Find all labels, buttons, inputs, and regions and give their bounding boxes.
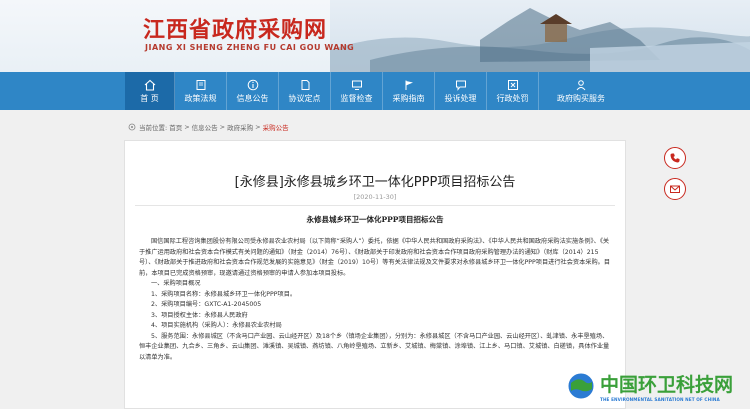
site-logo-pinyin: JIANG XI SHENG ZHENG FU CAI GOU WANG [145, 43, 355, 52]
list-item: 1、采购项目名称：永修县城乡环卫一体化PPP项目。 [151, 290, 297, 298]
nav-item-label: 政策法规 [184, 93, 217, 103]
globe-logo-icon [567, 372, 595, 399]
nav-item-home[interactable]: 首 页 [125, 72, 175, 110]
email-button[interactable] [664, 178, 686, 200]
site-logo[interactable]: 江西省政府采购网 [143, 12, 327, 44]
complaint-icon [455, 80, 466, 91]
nav-item-complaints[interactable]: 投诉处理 [435, 72, 487, 110]
book-icon [196, 79, 205, 90]
phone-button[interactable] [664, 147, 686, 169]
breadcrumb-separator: > [255, 123, 261, 131]
breadcrumb-prefix: 当前位置: [139, 124, 168, 132]
watermark: 中国环卫科技网 THE ENVIRONMENTAL SANITATION NET… [566, 362, 750, 409]
article-intro: 国信国际工程咨询集团股份有限公司受永修县农业农村局（以下简称“采购人”）委托，依… [139, 238, 611, 277]
nav-bar-left-fill [0, 72, 125, 110]
flag-icon [405, 80, 413, 90]
list-item: 5、服务范围：永修县城区（不含马口产业园、云山经开区）及18个乡（镇场企业集团）… [139, 332, 610, 361]
article-body: 国信国际工程咨询集团股份有限公司受永修县农业农村局（以下简称“采购人”）委托，依… [139, 237, 613, 363]
article-panel: [永修县]永修县城乡环卫一体化PPP项目招标公告 [2020-11-30] 永修… [124, 140, 626, 409]
list-item: 2、采购项目编号：GXTC-A1-2045005 [151, 301, 262, 308]
nav-item-supervision[interactable]: 监督检查 [331, 72, 383, 110]
breadcrumb-item-gov-purchase[interactable]: 政府采购 [227, 122, 253, 132]
home-icon [144, 79, 155, 91]
nav-item-notices[interactable]: 信息公告 [227, 72, 279, 110]
nav-bar-right-fill [625, 72, 750, 110]
landscape-banner [330, 0, 750, 72]
document-icon [301, 79, 309, 90]
breadcrumb-item-home[interactable]: 首页 [169, 122, 182, 132]
nav-item-label: 协议定点 [288, 93, 321, 103]
nav-item-label: 监督检查 [340, 93, 373, 103]
mail-icon [670, 185, 680, 193]
breadcrumb-current[interactable]: 采购公告 [263, 122, 289, 132]
breadcrumb: 当前位置: 首页 > 信息公告 > 政府采购 > 采购公告 [128, 122, 291, 132]
phone-icon [670, 153, 680, 163]
nav-item-label: 行政处罚 [496, 93, 529, 103]
location-icon [128, 123, 136, 131]
nav-item-label: 政府购买服务 [557, 93, 605, 103]
nav-item-agreement[interactable]: 协议定点 [279, 72, 331, 110]
article-subtitle: 永修县城乡环卫一体化PPP项目招标公告 [306, 215, 444, 224]
list-item: 4、项目实施机构（采购人）：永修县农业农村局 [151, 322, 282, 329]
nav-item-label: 采购指南 [392, 93, 425, 103]
nav-item-label: 信息公告 [236, 93, 269, 103]
watermark-cn: 中国环卫科技网 [600, 373, 734, 396]
nav-item-guide[interactable]: 采购指南 [383, 72, 435, 110]
watermark-en: THE ENVIRONMENTAL SANITATION NET OF CHIN… [600, 396, 720, 402]
divider [135, 205, 615, 206]
main-nav: 首 页 政策法规 信息公告 协议定点 监督检查 采购指南 投诉处理 行政处罚 政… [125, 72, 625, 110]
section-heading: 一、采购项目概况 [151, 280, 201, 287]
nav-item-label: 首 页 [140, 93, 159, 103]
list-item: 3、项目授权主体：永修县人民政府 [151, 311, 248, 319]
nav-item-policy[interactable]: 政策法规 [175, 72, 227, 110]
nav-item-purchase-services[interactable]: 政府购买服务 [539, 72, 623, 110]
nav-item-label: 投诉处理 [444, 93, 477, 103]
breadcrumb-separator: > [184, 123, 190, 131]
breadcrumb-separator: > [219, 123, 226, 131]
breadcrumb-item-notices[interactable]: 信息公告 [192, 122, 218, 132]
nav-item-penalties[interactable]: 行政处罚 [487, 72, 539, 110]
article-date: [2020-11-30] [353, 193, 397, 201]
service-icon [576, 79, 586, 90]
monitor-icon [351, 80, 362, 90]
info-icon [247, 79, 258, 90]
article-title: [永修县]永修县城乡环卫一体化PPP项目招标公告 [234, 175, 516, 190]
site-header: 江西省政府采购网 JIANG XI SHENG ZHENG FU CAI GOU… [0, 0, 750, 72]
penalty-icon [507, 79, 518, 90]
